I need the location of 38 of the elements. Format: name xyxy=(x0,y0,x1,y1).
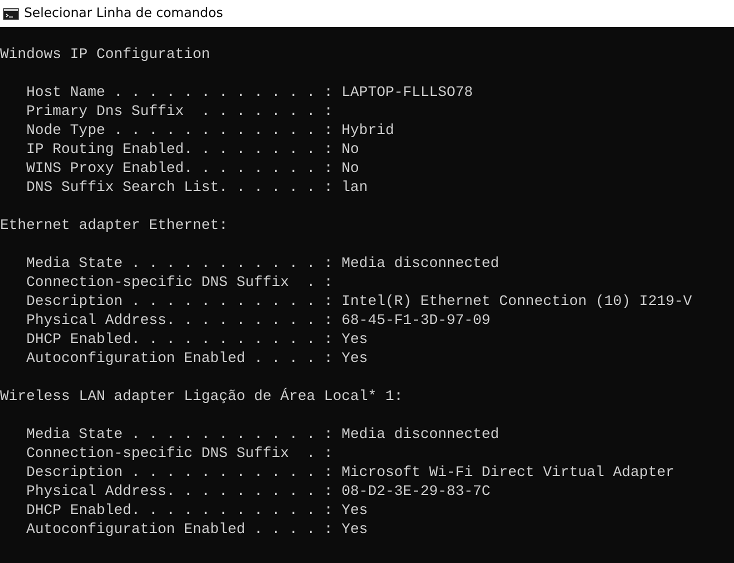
property-value: No xyxy=(342,141,360,160)
section-heading: Wireless LAN adapter Ligação de Área Local* 1: xyxy=(0,389,403,405)
property-label: Media State . . . . . . . . . . . : xyxy=(26,426,333,445)
property-label: Description . . . . . . . . . . . : xyxy=(26,464,333,483)
property-value: 08-D2-3E-29-83-7C xyxy=(342,483,490,502)
property-label: Description . . . . . . . . . . . : xyxy=(26,293,333,312)
property-value: Yes xyxy=(342,350,368,369)
property-label: Host Name . . . . . . . . . . . . : xyxy=(26,84,333,103)
property-value: Yes xyxy=(342,521,368,540)
property-value: Yes xyxy=(342,502,368,521)
property-label: Connection-specific DNS Suffix . : xyxy=(26,445,333,464)
property-label: DHCP Enabled. . . . . . . . . . . : xyxy=(26,331,333,350)
property-value: lan xyxy=(342,179,368,198)
property-label: Physical Address. . . . . . . . . : xyxy=(26,312,333,331)
property-value: No xyxy=(342,160,360,179)
property-label: Primary Dns Suffix . . . . . . . : xyxy=(26,103,333,122)
property-label: Connection-specific DNS Suffix . : xyxy=(26,274,333,293)
property-label: DHCP Enabled. . . . . . . . . . . : xyxy=(26,502,333,521)
property-label: Autoconfiguration Enabled . . . . : xyxy=(26,350,333,369)
property-label: Physical Address. . . . . . . . . : xyxy=(26,483,333,502)
property-label: IP Routing Enabled. . . . . . . . : xyxy=(26,141,333,160)
property-value: Microsoft Wi-Fi Direct Virtual Adapter xyxy=(342,464,674,483)
property-label: Autoconfiguration Enabled . . . . : xyxy=(26,521,333,540)
property-value: 68-45-F1-3D-97-09 xyxy=(342,312,490,331)
property-value: Yes xyxy=(342,331,368,350)
terminal-icon xyxy=(3,8,19,20)
property-value: LAPTOP-FLLLSO78 xyxy=(342,84,473,103)
property-value: Intel(R) Ethernet Connection (10) I219-V xyxy=(342,293,692,312)
property-label: Media State . . . . . . . . . . . : xyxy=(26,255,333,274)
property-value: Hybrid xyxy=(342,122,394,141)
section-heading: Ethernet adapter Ethernet: xyxy=(0,218,228,234)
property-value: Media disconnected xyxy=(342,255,500,274)
property-value: Media disconnected xyxy=(342,426,500,445)
property-label: Node Type . . . . . . . . . . . . : xyxy=(26,122,333,141)
property-label: WINS Proxy Enabled. . . . . . . . : xyxy=(26,160,333,179)
section-heading: Windows IP Configuration xyxy=(0,47,210,63)
property-label: DNS Suffix Search List. . . . . . : xyxy=(26,179,333,198)
window-title: Selecionar Linha de comandos xyxy=(24,6,224,21)
